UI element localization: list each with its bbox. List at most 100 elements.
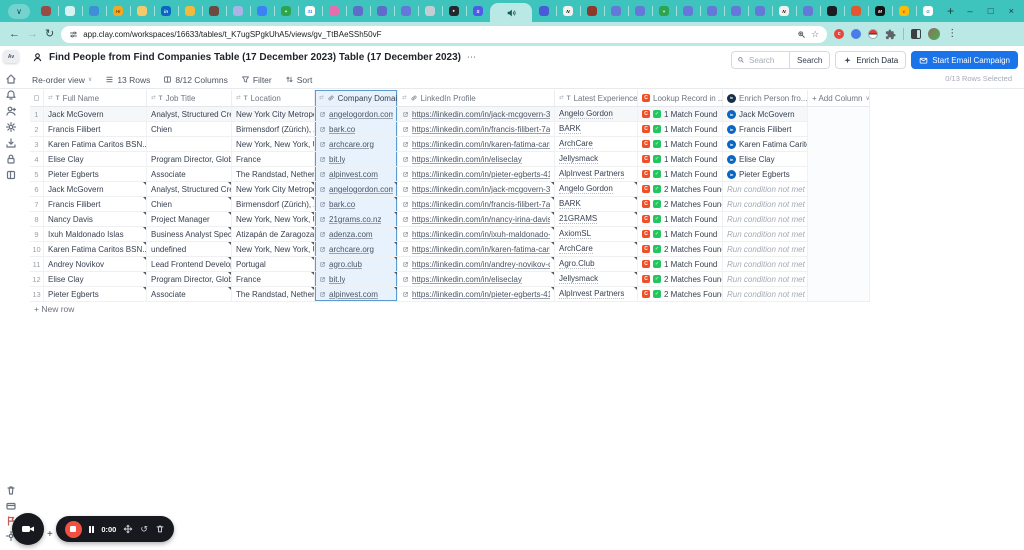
extensions-puzzle-icon[interactable] — [885, 28, 896, 40]
browser-tab[interactable] — [580, 0, 604, 22]
cell-enrich-person[interactable]: inRun condition not met — [723, 182, 808, 196]
search-button[interactable]: Search — [789, 52, 830, 68]
new-row-button[interactable]: + New row — [30, 302, 74, 316]
cell-company-domain[interactable]: archcare.org — [315, 137, 398, 151]
cell-company-domain[interactable]: alpinvest.com — [315, 167, 398, 181]
cell-company-domain[interactable]: alpinvest.com — [315, 287, 398, 301]
browser-tab[interactable]: S — [466, 0, 490, 22]
column-header-linkedin[interactable]: ⇄ LinkedIn Profile — [398, 90, 555, 106]
cell-latest-experience[interactable]: Angelo Gordon — [555, 107, 638, 121]
column-header-company-domain[interactable]: ⇄ Company Domain — [315, 90, 398, 106]
browser-tab[interactable] — [604, 0, 628, 22]
cell-linkedin-profile[interactable]: https://linkedin.com/in/francis-filibert… — [398, 122, 555, 136]
cell-company-domain[interactable]: agro.club — [315, 257, 398, 271]
cell-latest-experience[interactable]: Jellysmack — [555, 152, 638, 166]
browser-tab[interactable] — [250, 0, 274, 22]
cell-location[interactable]: New York City Metropolita... — [232, 107, 315, 121]
side-panel-icon[interactable] — [911, 29, 922, 39]
url-bar[interactable]: app.clay.com/workspaces/16633/tables/t_K… — [61, 25, 828, 43]
cell-full-name[interactable]: Elise Clay — [44, 272, 147, 286]
cell-lookup-record[interactable]: C ✓ 1 Match Found — [638, 257, 723, 271]
cell-full-name[interactable]: Andrey Novikov — [44, 257, 147, 271]
settings-gear-icon[interactable] — [5, 120, 17, 132]
browser-tab[interactable] — [370, 0, 394, 22]
cell-job-title[interactable]: Project Manager — [147, 212, 232, 226]
cell-job-title[interactable]: Program Director, Global ... — [147, 272, 232, 286]
browser-tab[interactable]: M — [868, 0, 892, 22]
add-column-button[interactable]: + Add Column ∨ — [808, 90, 870, 106]
workspace-avatar[interactable]: Av — [3, 50, 19, 63]
stop-recording-button[interactable] — [64, 520, 82, 538]
profile-avatar[interactable] — [928, 28, 941, 40]
browser-tab[interactable] — [844, 0, 868, 22]
cell-latest-experience[interactable]: BARK — [555, 122, 638, 136]
cell-linkedin-profile[interactable]: https://linkedin.com/in/nancy-irina-davi… — [398, 212, 555, 226]
cell-company-domain[interactable]: bark.co — [315, 197, 398, 211]
browser-tab[interactable] — [58, 0, 82, 22]
rows-count-button[interactable]: 13 Rows — [105, 75, 150, 85]
cell-linkedin-profile[interactable]: https://linkedin.com/in/eliseclay — [398, 152, 555, 166]
cell-lookup-record[interactable]: C ✓ 2 Matches Found — [638, 287, 723, 301]
browser-tab[interactable] — [322, 0, 346, 22]
cell-job-title[interactable]: Lead Frontend Developer — [147, 257, 232, 271]
browser-tab[interactable]: + — [652, 0, 676, 22]
back-button[interactable]: ← — [9, 28, 20, 40]
browser-tab[interactable]: N — [556, 0, 580, 22]
browser-tab[interactable] — [82, 0, 106, 22]
cell-job-title[interactable]: Chien — [147, 122, 232, 136]
cell-latest-experience[interactable]: AlpInvest Partners — [555, 287, 638, 301]
cell-lookup-record[interactable]: C ✓ 1 Match Found — [638, 152, 723, 166]
recorder-plus-icon[interactable]: + — [47, 529, 53, 540]
cell-job-title[interactable]: undefined — [147, 242, 232, 256]
row-number[interactable]: 9 — [30, 227, 44, 241]
cell-location[interactable]: New York, New York, Unit... — [232, 137, 315, 151]
cell-linkedin-profile[interactable]: https://linkedin.com/in/ixuh-maldonado-i… — [398, 227, 555, 241]
cell-location[interactable]: The Randstad, Netherlands — [232, 167, 315, 181]
cell-linkedin-profile[interactable]: https://linkedin.com/in/eliseclay — [398, 272, 555, 286]
minimize-button[interactable]: – — [967, 6, 972, 17]
cell-location[interactable]: The Randstad, Netherlands — [232, 287, 315, 301]
maximize-button[interactable]: □ — [988, 6, 994, 17]
cell-location[interactable]: New York, New York, Unit... — [232, 212, 315, 226]
row-number[interactable]: 12 — [30, 272, 44, 286]
browser-tab[interactable] — [700, 0, 724, 22]
cell-enrich-person[interactable]: inKaren Fatima Caritos BS — [723, 137, 808, 151]
cell-location[interactable]: France — [232, 272, 315, 286]
start-email-campaign-button[interactable]: Start Email Campaign — [911, 51, 1018, 69]
cell-lookup-record[interactable]: C ✓ 1 Match Found — [638, 107, 723, 121]
cell-lookup-record[interactable]: C ✓ 1 Match Found — [638, 122, 723, 136]
column-header-full-name[interactable]: ⇄ T Full Name — [44, 90, 147, 106]
cell-enrich-person[interactable]: inRun condition not met — [723, 197, 808, 211]
cell-full-name[interactable]: Karen Fatima Caritos BSN... — [44, 242, 147, 256]
restart-recording-icon[interactable]: ↺ — [140, 524, 148, 534]
row-number[interactable]: 7 — [30, 197, 44, 211]
cell-location[interactable]: New York, New York, Unit... — [232, 242, 315, 256]
cell-location[interactable]: Birmensdorf (Zürich), Zuri... — [232, 197, 315, 211]
browser-tab[interactable]: in — [154, 0, 178, 22]
cell-latest-experience[interactable]: ArchCare — [555, 242, 638, 256]
cell-job-title[interactable]: Analyst, Structured Credit — [147, 182, 232, 196]
row-number[interactable]: 4 — [30, 152, 44, 166]
cell-full-name[interactable]: Pieter Egberts — [44, 167, 147, 181]
cell-full-name[interactable]: Francis Filibert — [44, 122, 147, 136]
select-all-checkbox[interactable] — [30, 90, 44, 106]
row-number[interactable]: 6 — [30, 182, 44, 196]
browser-tab[interactable] — [418, 0, 442, 22]
cell-lookup-record[interactable]: C ✓ 2 Matches Found — [638, 182, 723, 196]
browser-tab[interactable] — [394, 0, 418, 22]
cell-enrich-person[interactable]: in Pieter Egberts — [723, 167, 808, 181]
cell-company-domain[interactable]: bark.co — [315, 122, 398, 136]
home-icon[interactable] — [5, 72, 17, 84]
extension-c-icon[interactable]: c — [834, 29, 845, 39]
browser-tab[interactable] — [130, 0, 154, 22]
bookmark-star-icon[interactable]: ☆ — [811, 29, 819, 39]
cell-company-domain[interactable]: archcare.org — [315, 242, 398, 256]
book-panel-icon[interactable] — [5, 168, 17, 180]
cell-company-domain[interactable]: angelogordon.com — [315, 107, 398, 121]
browser-menu-icon[interactable]: ⋮ — [947, 29, 957, 39]
cell-job-title[interactable]: Program Director, Global ... — [147, 152, 232, 166]
row-number[interactable]: 5 — [30, 167, 44, 181]
row-number[interactable]: 1 — [30, 107, 44, 121]
cell-linkedin-profile[interactable]: https://linkedin.com/in/karen-fatima-car… — [398, 242, 555, 256]
browser-tab[interactable] — [226, 0, 250, 22]
